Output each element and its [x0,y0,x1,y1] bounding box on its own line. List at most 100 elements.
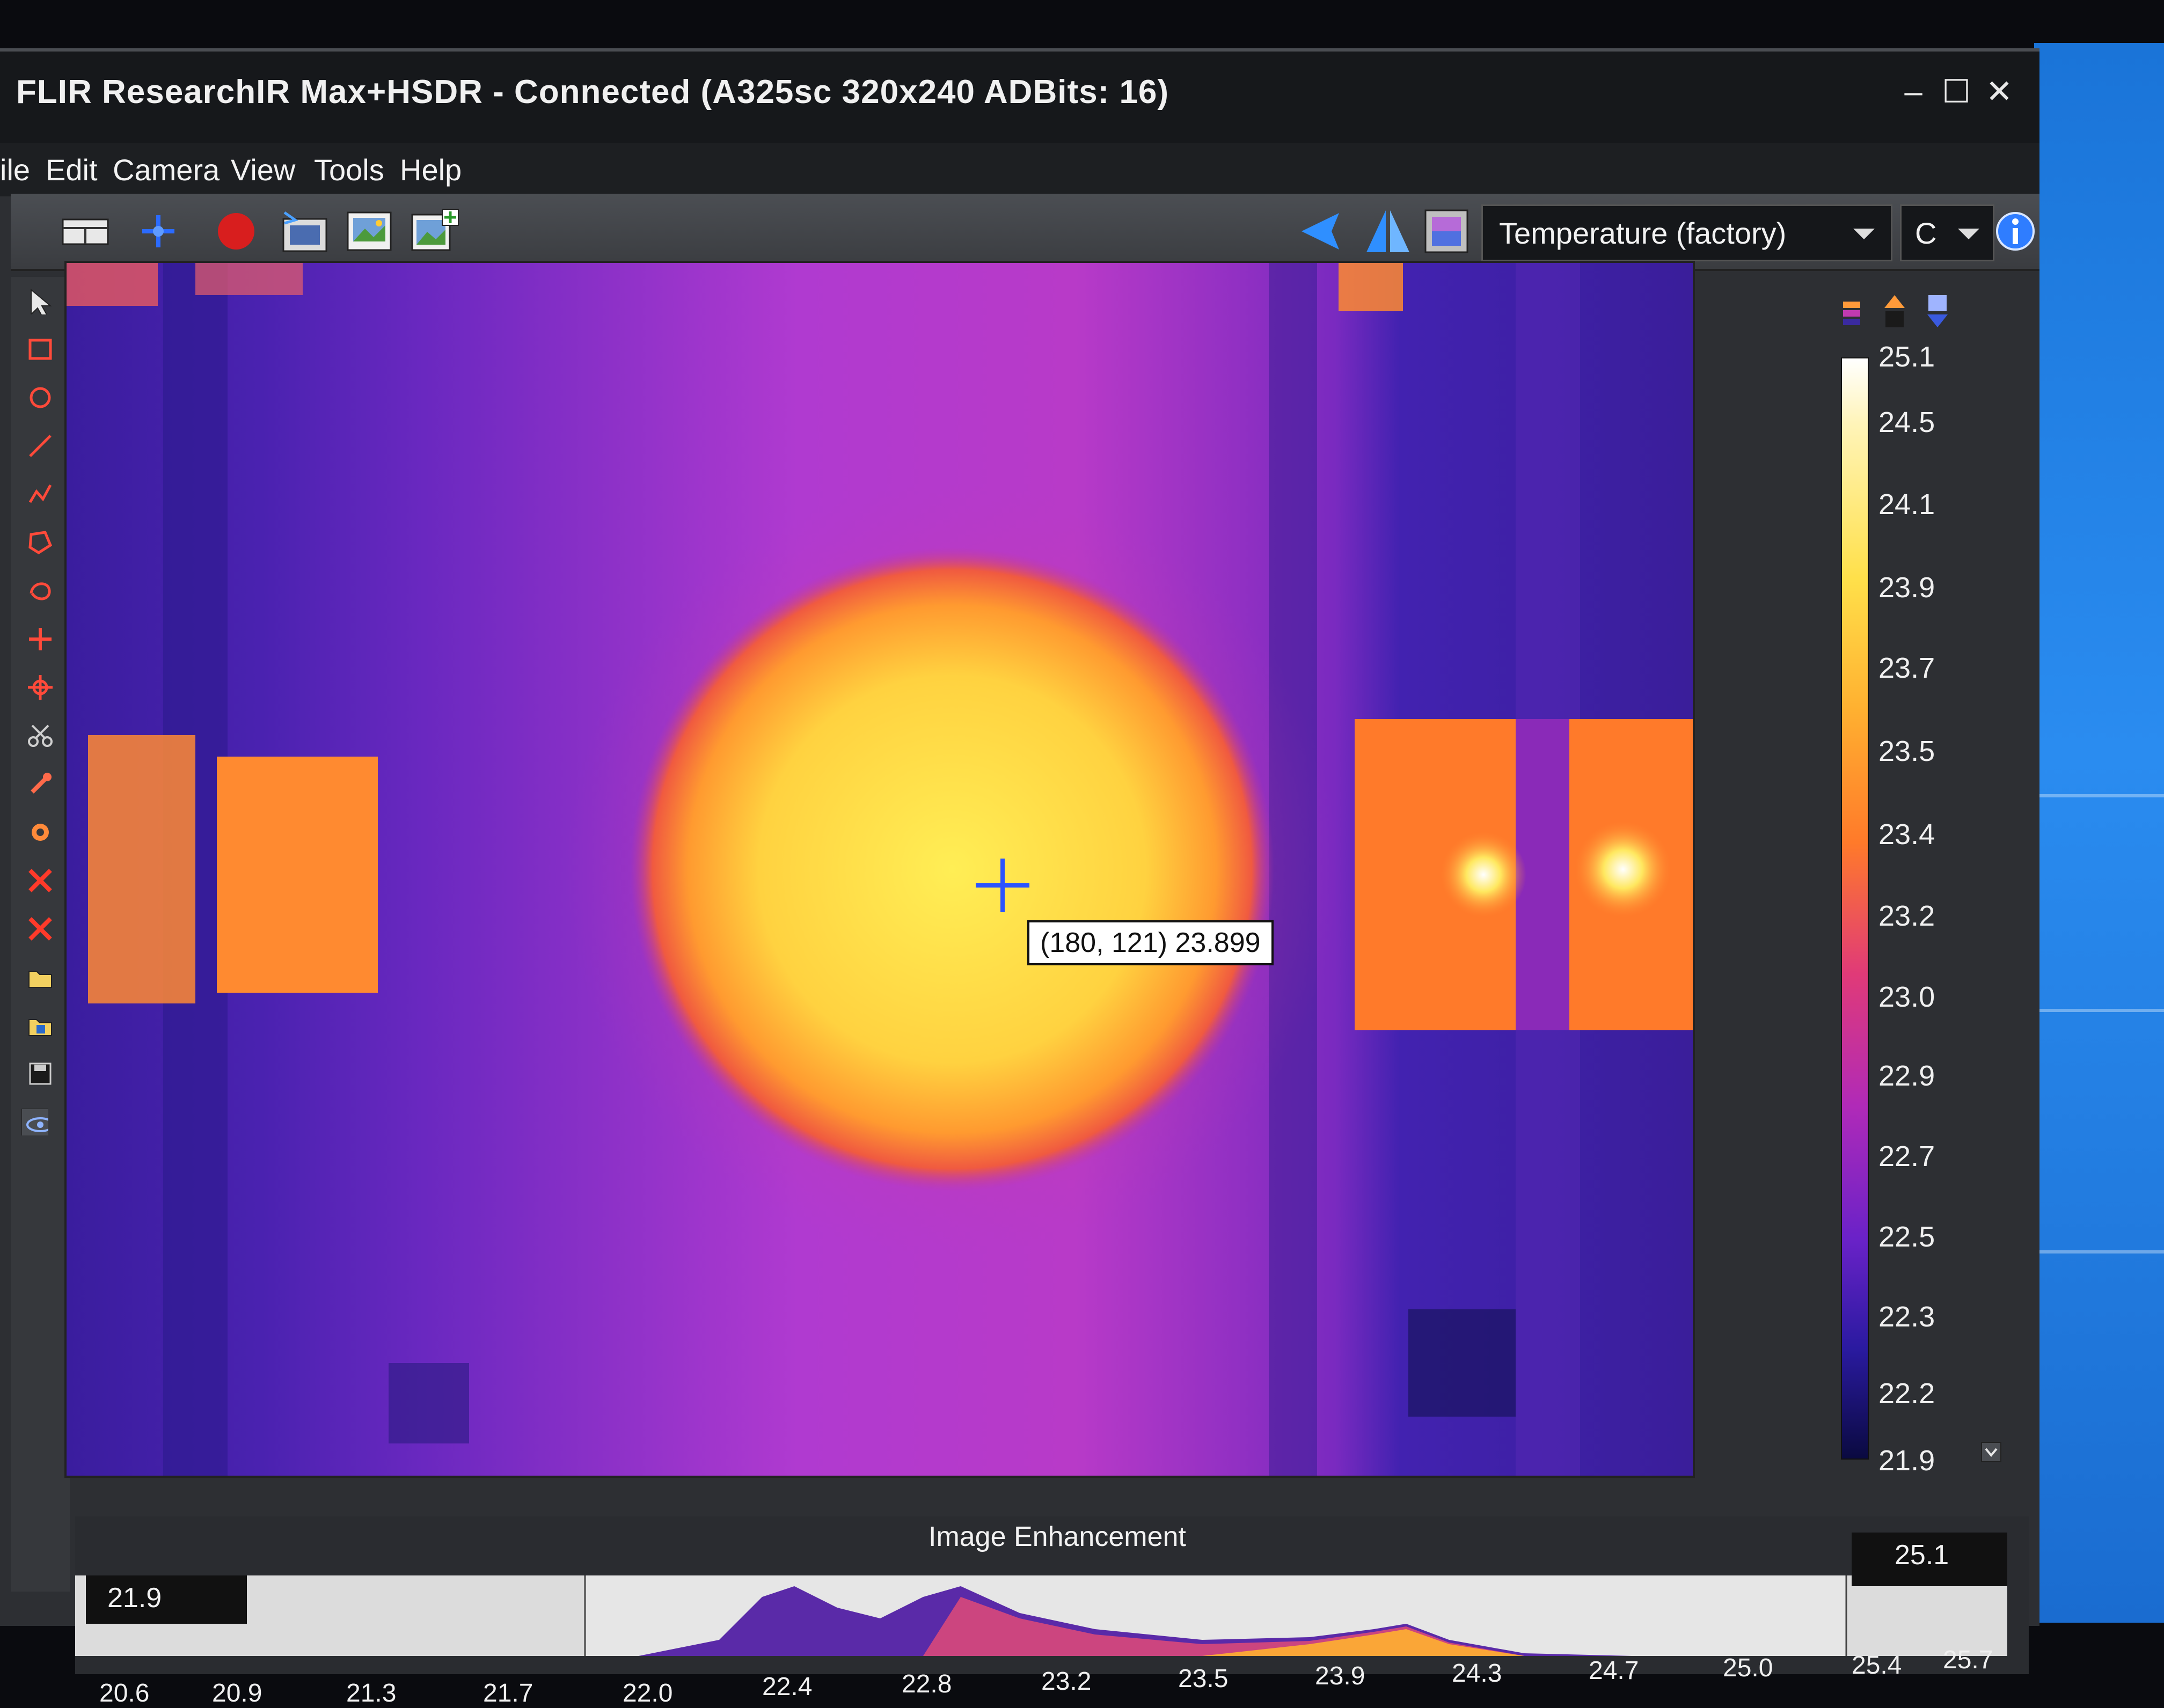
histogram-tick: 23.5 [1178,1665,1229,1693]
menu-help[interactable]: Help [400,152,462,187]
histogram [584,1575,1847,1656]
range-max-box[interactable]: 25.1 [1852,1533,2007,1586]
spot-circle-tool-icon[interactable] [27,674,54,701]
palette-dropdown[interactable]: Temperature (factory) [1481,204,1892,261]
colorbar-panel: 25.1 24.5 24.1 23.9 23.7 23.5 23.4 23.2 … [1793,288,2007,1490]
window-title: FLIR ResearchIR Max+HSDR - Connected (A3… [16,74,1169,111]
menu-edit[interactable]: Edit [46,152,98,187]
rectangle-tool-icon[interactable] [27,336,54,363]
collapse-chevron-icon[interactable] [1980,1441,2002,1463]
toolbar: Temperature (factory) C [11,194,2039,271]
polyline-tool-icon[interactable] [27,481,54,508]
colorbar-label: 22.5 [1878,1221,1935,1253]
title-bar: FLIR ResearchIR Max+HSDR - Connected (A3… [0,52,2039,148]
scissors-tool-icon[interactable] [27,722,54,749]
histogram-tick: 22.8 [902,1670,952,1698]
polygon-tool-icon[interactable] [27,529,54,556]
thermal-image [67,263,1693,1476]
back-arrow-icon[interactable] [1296,210,1344,253]
maximize-button[interactable]: ☐ [1938,73,1975,111]
colorbar-label: 23.4 [1878,818,1935,851]
colorbar-label: 23.2 [1878,900,1935,932]
lower-min-icon[interactable] [1924,293,1951,331]
colorbar-label: 23.5 [1878,735,1935,767]
range-min-value[interactable]: 21.9 [107,1582,162,1614]
record-icon[interactable] [215,210,258,253]
camera-capture-icon[interactable] [279,207,333,255]
image-snapshot-icon[interactable] [343,207,397,255]
histogram-tick: 24.3 [1452,1659,1502,1688]
histogram-tick: 22.0 [623,1679,673,1707]
histogram-tick: 22.4 [762,1673,813,1701]
delete-tool-icon[interactable] [27,867,54,894]
thermal-image-view[interactable]: (180, 121) 23.899 [64,261,1695,1478]
histogram-tick: 20.9 [212,1679,262,1707]
unit-dropdown-value: C [1915,216,1937,250]
histogram-tick: 21.3 [346,1679,397,1707]
colorbar-label: 22.2 [1878,1377,1935,1410]
histogram-area[interactable]: 21.9 25.1 20.6 20.9 21.3 21.7 22.0 22.4 … [75,1533,2007,1707]
colorbar-label: 22.7 [1878,1140,1935,1172]
chevron-down-icon[interactable] [1853,229,1875,239]
image-enhancement-title: Image Enhancement [929,1521,1186,1552]
pointer-tool-icon[interactable] [27,288,54,314]
palette-swatch-icon[interactable] [1422,207,1471,255]
menu-tools[interactable]: Tools [314,152,384,187]
menu-view[interactable]: View [231,152,295,187]
histogram-tick: 25.7 [1943,1646,1993,1674]
move-crosshair-icon[interactable] [140,212,177,250]
menu-file[interactable]: ile [0,152,30,187]
eyedropper-tool-icon[interactable] [27,771,54,797]
delete-all-tool-icon[interactable] [27,915,54,942]
image-enhancement-panel: Image Enhancement 21.9 25.1 20.6 20.9 21… [75,1516,2029,1707]
colorbar-label: 22.9 [1878,1060,1935,1092]
histogram-tick: 21.7 [483,1679,533,1707]
desktop-streak [2034,794,2164,797]
eye-icon[interactable] [21,1109,48,1135]
histogram-tick: 23.2 [1041,1667,1092,1696]
paint-tool-icon[interactable] [27,819,54,846]
menu-camera[interactable]: Camera [113,152,220,187]
palette-range-icon[interactable] [1841,298,1862,331]
freeform-tool-icon[interactable] [27,577,54,604]
palette-dropdown-value: Temperature (factory) [1499,216,1787,250]
colorbar-label: 25.1 [1878,341,1935,373]
save-icon[interactable] [27,1060,54,1087]
menu-bar: ile Edit Camera View Tools Help [0,143,2039,196]
close-button[interactable]: ✕ [1980,73,2018,111]
minimize-button[interactable]: – [1895,73,1932,111]
spot-tool-icon[interactable] [27,626,54,653]
tool-strip [11,277,70,1592]
line-tool-icon[interactable] [27,433,54,459]
colorbar-label: 24.1 [1878,488,1935,521]
image-add-icon[interactable] [408,207,462,255]
desktop-streak [2034,1009,2164,1012]
colorbar-label: 23.0 [1878,981,1935,1013]
range-max-value[interactable]: 25.1 [1895,1539,1949,1571]
colorbar-label: 23.9 [1878,571,1935,604]
flip-icon[interactable] [1363,207,1412,255]
range-min-box[interactable]: 21.9 [86,1575,247,1624]
cursor-readout: (180, 121) 23.899 [1027,920,1274,965]
histogram-tick: 23.9 [1315,1662,1365,1690]
add-folder-icon[interactable] [27,1012,54,1039]
layout-icon[interactable] [62,215,110,247]
app-window: FLIR ResearchIR Max+HSDR - Connected (A3… [0,48,2039,1707]
histogram-tick: 25.0 [1723,1654,1773,1682]
colorbar-label: 23.7 [1878,652,1935,684]
histogram-tick: 24.7 [1589,1656,1639,1685]
desktop-streak [2034,1250,2164,1253]
colorbar-label: 24.5 [1878,406,1935,438]
open-folder-icon[interactable] [27,964,54,991]
info-icon[interactable] [1994,210,2037,253]
crosshair-marker [976,883,1029,888]
unit-dropdown[interactable]: C [1900,204,1994,261]
colorbar-label: 22.3 [1878,1301,1935,1333]
ellipse-tool-icon[interactable] [27,384,54,411]
desktop-background [2034,43,2164,1623]
chevron-down-icon[interactable] [1958,229,1979,239]
colorbar-gradient [1841,357,1869,1460]
histogram-tick: 25.4 [1852,1651,1902,1680]
raise-max-icon[interactable] [1881,293,1908,331]
colorbar-label: 21.9 [1878,1445,1935,1477]
